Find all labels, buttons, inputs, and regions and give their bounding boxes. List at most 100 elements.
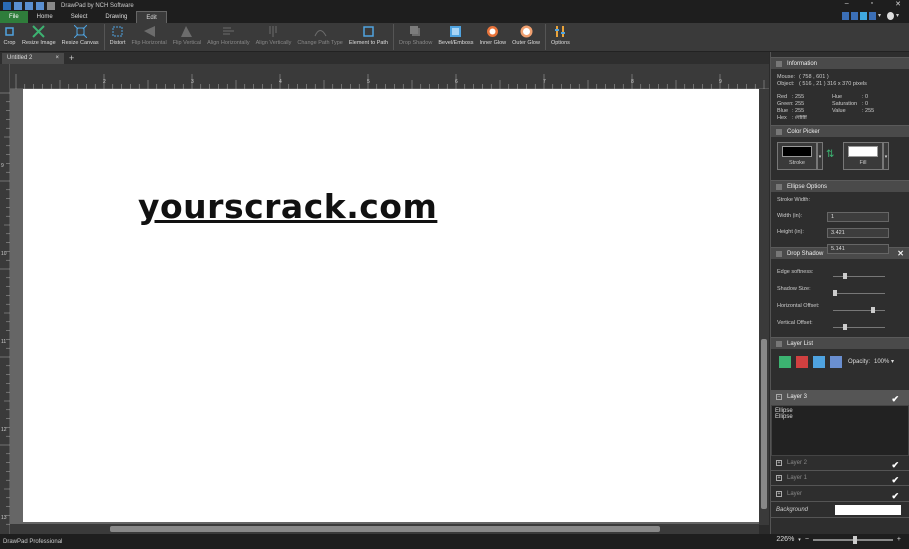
dropdown-icon[interactable]: ▾	[878, 12, 885, 20]
layer-item[interactable]: + Layer 1 ✔	[771, 471, 909, 486]
vertical-scrollbar[interactable]	[759, 89, 769, 525]
delete-layer-icon[interactable]	[796, 356, 808, 368]
close-tab-icon[interactable]: ×	[55, 53, 59, 64]
fill-swatch[interactable]: Fill	[843, 142, 883, 170]
color-picker-header[interactable]: Color Picker	[771, 125, 909, 137]
zoom-dropdown-icon[interactable]: ▾	[798, 537, 801, 543]
element-item[interactable]: Ellipse	[772, 414, 908, 420]
ruler-label: 9	[719, 79, 722, 85]
zoom-value[interactable]: 226%	[776, 536, 794, 543]
add-tab-icon[interactable]: +	[69, 53, 74, 63]
information-header[interactable]: Information	[771, 57, 909, 69]
ellipse-options-header[interactable]: Ellipse Options	[771, 180, 909, 192]
twitter-icon[interactable]	[860, 12, 867, 20]
distort-button[interactable]: Distort	[107, 23, 129, 46]
align-vertically-button[interactable]: Align Vertically	[253, 23, 295, 46]
zoom-out-icon[interactable]: −	[805, 536, 809, 543]
stroke-dropdown[interactable]: ▾	[817, 142, 823, 170]
horizontal-offset-slider[interactable]	[833, 307, 885, 313]
edge-softness-knob[interactable]	[843, 273, 847, 279]
element-item[interactable]: Ellipse	[772, 406, 908, 414]
flip-horizontal-button[interactable]: Flip Horizontal	[129, 23, 170, 46]
document-tab[interactable]: Untitled 2 ×	[2, 52, 64, 64]
fill-dropdown[interactable]: ▾	[883, 142, 889, 170]
help-icon[interactable]	[887, 12, 894, 20]
close-button[interactable]: ✕	[895, 0, 901, 8]
expand-layer-icon[interactable]: +	[776, 460, 782, 466]
redo-icon[interactable]	[25, 1, 33, 10]
align-vertically-icon	[267, 25, 280, 38]
merge-layers-icon[interactable]	[830, 356, 842, 368]
zoom-in-icon[interactable]: +	[897, 536, 901, 543]
menu-tab-edit[interactable]: Edit	[136, 11, 167, 23]
zoom-slider[interactable]	[812, 535, 893, 544]
bevel-emboss-button[interactable]: Bevel/Emboss	[435, 23, 476, 46]
print-icon[interactable]	[47, 1, 55, 10]
add-layer-icon[interactable]	[779, 356, 791, 368]
vertical-offset-knob[interactable]	[843, 324, 847, 330]
menu-tab-select[interactable]: Select	[62, 11, 97, 23]
expand-layer-icon[interactable]: +	[776, 475, 782, 481]
visibility-check-icon[interactable]: ✔	[891, 473, 899, 488]
outer-glow-icon	[520, 25, 533, 38]
duplicate-layer-icon[interactable]	[813, 356, 825, 368]
menu-tab-drawing[interactable]: Drawing	[96, 11, 136, 23]
ruler-label: 10	[1, 251, 7, 257]
visibility-check-icon[interactable]: ✔	[891, 489, 899, 504]
stroke-width-input[interactable]: 1	[827, 212, 889, 222]
edge-softness-slider[interactable]	[833, 273, 885, 279]
canvas-area[interactable]: yourscrack.com	[10, 89, 759, 525]
layer-item[interactable]: + Layer ✔	[771, 487, 909, 502]
layer-item[interactable]: + Layer 2 ✔	[771, 456, 909, 471]
drop-shadow-content: Edge softness: Shadow Size: Horizontal O…	[771, 259, 909, 337]
opacity-dropdown-icon[interactable]: ▾	[891, 358, 894, 365]
menu-tab-file[interactable]: File	[0, 11, 28, 23]
green-label: Green	[777, 101, 793, 107]
ruler-label: 12	[1, 427, 7, 433]
height-input[interactable]: 5.141	[827, 244, 889, 254]
shadow-size-knob[interactable]	[833, 290, 837, 296]
collapse-layer-icon[interactable]: −	[776, 394, 782, 400]
horizontal-offset-knob[interactable]	[871, 307, 875, 313]
drop-shadow-button[interactable]: Drop Shadow	[396, 23, 435, 46]
width-input[interactable]: 3.421	[827, 228, 889, 238]
background-layer[interactable]: Background	[771, 503, 909, 518]
align-horizontally-button[interactable]: Align Horizontally	[204, 23, 253, 46]
resize-canvas-button[interactable]: Resize Canvas	[59, 23, 102, 46]
minimize-button[interactable]: –	[845, 0, 849, 8]
swap-colors-icon[interactable]: ⇅	[826, 149, 834, 160]
horizontal-scrollbar[interactable]	[10, 524, 759, 534]
layer-list-header[interactable]: Layer List	[771, 337, 909, 349]
drawing-canvas[interactable]: yourscrack.com	[23, 89, 759, 522]
layer-toolbar: Opacity: 100% ▾	[771, 349, 909, 375]
linkedin-icon[interactable]	[869, 12, 876, 20]
layer-item-active[interactable]: − Layer 3 ✔	[771, 390, 909, 405]
resize-image-button[interactable]: Resize Image	[19, 23, 59, 46]
facebook-icon[interactable]	[851, 12, 858, 20]
maximize-button[interactable]: ▫	[871, 0, 873, 8]
horizontal-scroll-thumb[interactable]	[110, 526, 660, 532]
shadow-size-slider[interactable]	[833, 290, 885, 296]
element-to-path-button[interactable]: Element to Path	[346, 23, 391, 46]
flip-vertical-button[interactable]: Flip Vertical	[170, 23, 204, 46]
menu-tab-home[interactable]: Home	[28, 11, 62, 23]
stroke-swatch[interactable]: Stroke	[777, 142, 817, 170]
vertical-scroll-thumb[interactable]	[761, 339, 767, 509]
ruler-label: 8	[631, 79, 634, 85]
undo-icon[interactable]	[14, 1, 22, 10]
crop-button[interactable]: Crop	[0, 23, 19, 46]
zoom-knob[interactable]	[852, 535, 857, 544]
like-icon[interactable]	[842, 12, 849, 20]
save-icon[interactable]	[36, 1, 44, 10]
vertical-offset-slider[interactable]	[833, 324, 885, 330]
canvas-text[interactable]: yourscrack.com	[138, 187, 437, 226]
inner-glow-button[interactable]: Inner Glow	[477, 23, 510, 46]
expand-layer-icon[interactable]: +	[776, 491, 782, 497]
change-path-type-button[interactable]: Change Path Type	[294, 23, 345, 46]
dropdown-icon[interactable]: ▾	[896, 12, 903, 20]
opacity-value[interactable]: 100%	[874, 359, 889, 365]
ruler-label: 7	[543, 79, 546, 85]
background-swatch[interactable]	[835, 505, 901, 515]
options-button[interactable]: Options	[548, 23, 573, 46]
outer-glow-button[interactable]: Outer Glow	[509, 23, 543, 46]
